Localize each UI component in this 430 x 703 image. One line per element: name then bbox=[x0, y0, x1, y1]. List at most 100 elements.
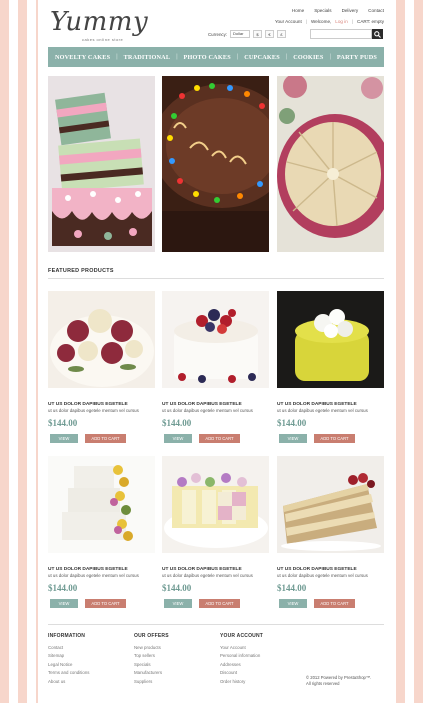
nav-novelty-cakes[interactable]: NOVELTY CAKES bbox=[55, 54, 110, 61]
footer-account: YOUR ACCOUNT Your Account Personal infor… bbox=[220, 633, 263, 686]
top-links: Home Specials Delivery Contact bbox=[292, 8, 384, 13]
product-card: UT US DOLOR DAPIBUS EGETELE ut us dolor … bbox=[277, 291, 384, 443]
product-desc: ut us dolor dapibus egetele mentum vel c… bbox=[48, 408, 139, 413]
product-image[interactable] bbox=[48, 456, 155, 553]
product-price: $144.00 bbox=[277, 418, 307, 428]
product-title[interactable]: UT US DOLOR DAPIBUS EGETELE bbox=[162, 567, 272, 572]
footer-link[interactable]: Terms and conditions bbox=[48, 669, 90, 677]
logo-tagline: cakes online store bbox=[82, 37, 124, 42]
product-title[interactable]: UT US DOLOR DAPIBUS EGETELE bbox=[48, 567, 158, 572]
add-to-cart-button[interactable]: ADD TO CART bbox=[199, 599, 240, 608]
footer-link[interactable]: Your Account bbox=[220, 644, 263, 652]
footer-divider bbox=[48, 624, 384, 625]
nav-party-puds[interactable]: PARTY PUDS bbox=[337, 54, 377, 61]
product-image[interactable] bbox=[277, 291, 384, 388]
top-link-home[interactable]: Home bbox=[292, 8, 304, 13]
footer-link[interactable]: Manufacturers bbox=[134, 669, 169, 677]
copyright-line: All rights reserved bbox=[306, 681, 340, 686]
footer-heading: YOUR ACCOUNT bbox=[220, 633, 264, 639]
add-to-cart-button[interactable]: ADD TO CART bbox=[199, 434, 240, 443]
product-title[interactable]: UT US DOLOR DAPIBUS EGETELE bbox=[162, 402, 272, 407]
product-image[interactable] bbox=[162, 456, 269, 553]
view-button[interactable]: VIEW bbox=[279, 434, 307, 443]
footer-link[interactable]: Contact bbox=[48, 644, 90, 652]
footer-link[interactable]: Order history bbox=[220, 678, 263, 686]
footer-link[interactable]: Top sellers bbox=[134, 652, 169, 660]
footer-link[interactable]: Personal information bbox=[220, 652, 263, 660]
view-button[interactable]: VIEW bbox=[164, 434, 192, 443]
product-desc: ut us dolor dapibus egetele mentum vel c… bbox=[277, 573, 368, 578]
search-icon bbox=[374, 30, 381, 38]
nav-cupcakes[interactable]: CUPCAKES bbox=[244, 54, 280, 61]
add-to-cart-button[interactable]: ADD TO CART bbox=[314, 599, 355, 608]
logo[interactable]: Yummy cakes online store bbox=[50, 7, 149, 44]
cart-link[interactable]: CART: empty bbox=[357, 19, 384, 24]
add-to-cart-button[interactable]: ADD TO CART bbox=[314, 434, 355, 443]
currency-dollar-button[interactable]: $ bbox=[253, 30, 263, 38]
top-link-specials[interactable]: Specials bbox=[314, 8, 331, 13]
product-price: $144.00 bbox=[162, 418, 192, 428]
product-title[interactable]: UT US DOLOR DAPIBUS EGETELE bbox=[277, 402, 387, 407]
add-to-cart-button[interactable]: ADD TO CART bbox=[85, 434, 126, 443]
currency-euro-button[interactable]: € bbox=[265, 30, 275, 38]
currency-select[interactable]: Dollar bbox=[230, 30, 251, 38]
product-card: UT US DOLOR DAPIBUS EGETELE ut us dolor … bbox=[277, 456, 384, 608]
logo-text: Yummy bbox=[50, 7, 149, 37]
product-image[interactable] bbox=[277, 456, 384, 553]
product-card: UT US DOLOR DAPIBUS EGETELE ut us dolor … bbox=[162, 456, 269, 608]
product-image[interactable] bbox=[162, 291, 269, 388]
product-desc: ut us dolor dapibus egetele mentum vel c… bbox=[162, 408, 253, 413]
product-desc: ut us dolor dapibus egetele mentum vel c… bbox=[277, 408, 368, 413]
footer-link[interactable]: Discount bbox=[220, 669, 263, 677]
banner-birthday-cake[interactable] bbox=[162, 76, 269, 252]
page: Yummy cakes online store Home Specials D… bbox=[38, 0, 392, 703]
search-input[interactable] bbox=[310, 29, 372, 39]
footer-information: INFORMATION Contact Sitemap Legal Notice… bbox=[48, 633, 90, 686]
nav-divider: | bbox=[329, 54, 331, 60]
nav-cookies[interactable]: COOKIES bbox=[293, 54, 323, 61]
tiered-cake-image bbox=[48, 76, 155, 252]
currency-pound-button[interactable]: £ bbox=[277, 30, 287, 38]
separator: | bbox=[305, 19, 307, 24]
footer-link[interactable]: Suppliers bbox=[134, 678, 169, 686]
product-title[interactable]: UT US DOLOR DAPIBUS EGETELE bbox=[48, 402, 158, 407]
currency-selector: Currency: Dollar $ € £ bbox=[208, 30, 287, 38]
footer-link[interactable]: About us bbox=[48, 678, 90, 686]
top-link-delivery[interactable]: Delivery bbox=[342, 8, 359, 13]
product-image[interactable] bbox=[48, 291, 155, 388]
footer-link[interactable]: New products bbox=[134, 644, 169, 652]
footer-offers: OUR OFFERS New products Top sellers Spec… bbox=[134, 633, 169, 686]
nav-photo-cakes[interactable]: PHOTO CAKES bbox=[184, 54, 231, 61]
nav-traditional[interactable]: TRADITIONAL bbox=[124, 54, 171, 61]
banner-sliced-cake[interactable] bbox=[277, 76, 384, 252]
product-price: $144.00 bbox=[48, 418, 78, 428]
your-account-link[interactable]: Your Account bbox=[275, 19, 302, 24]
featured-title: FEATURED PRODUCTS bbox=[48, 268, 114, 274]
nav-divider: | bbox=[285, 54, 288, 60]
footer-link[interactable]: Specials bbox=[134, 661, 169, 669]
view-button[interactable]: VIEW bbox=[50, 434, 78, 443]
login-link[interactable]: Log in bbox=[335, 19, 348, 24]
product-price: $144.00 bbox=[162, 583, 192, 593]
add-to-cart-button[interactable]: ADD TO CART bbox=[85, 599, 126, 608]
separator: | bbox=[351, 19, 354, 24]
nav-divider: | bbox=[176, 54, 178, 60]
view-button[interactable]: VIEW bbox=[164, 599, 192, 608]
main-nav: NOVELTY CAKES | TRADITIONAL | PHOTO CAKES |… bbox=[48, 47, 384, 67]
product-card: UT US DOLOR DAPIBUS EGETELE ut us dolor … bbox=[162, 291, 269, 443]
search-button[interactable] bbox=[372, 29, 383, 39]
footer-link[interactable]: Legal Notice bbox=[48, 661, 90, 669]
top-link-contact[interactable]: Contact bbox=[368, 8, 384, 13]
copyright: © 2012 Powered by PrestaShop™. All right… bbox=[306, 675, 371, 687]
currency-label: Currency: bbox=[208, 31, 228, 37]
footer-link[interactable]: Sitemap bbox=[48, 652, 90, 660]
footer-heading: INFORMATION bbox=[48, 633, 86, 639]
product-title[interactable]: UT US DOLOR DAPIBUS EGETELE bbox=[277, 567, 387, 572]
footer-link[interactable]: Addresses bbox=[220, 661, 263, 669]
view-button[interactable]: VIEW bbox=[50, 599, 78, 608]
view-button[interactable]: VIEW bbox=[279, 599, 307, 608]
product-card: UT US DOLOR DAPIBUS EGETELE ut us dolor … bbox=[48, 291, 155, 443]
product-desc: ut us dolor dapibus egetele mentum vel c… bbox=[48, 573, 139, 578]
sliced-cake-image bbox=[277, 76, 384, 252]
banner-tiered-cake[interactable] bbox=[48, 76, 155, 252]
